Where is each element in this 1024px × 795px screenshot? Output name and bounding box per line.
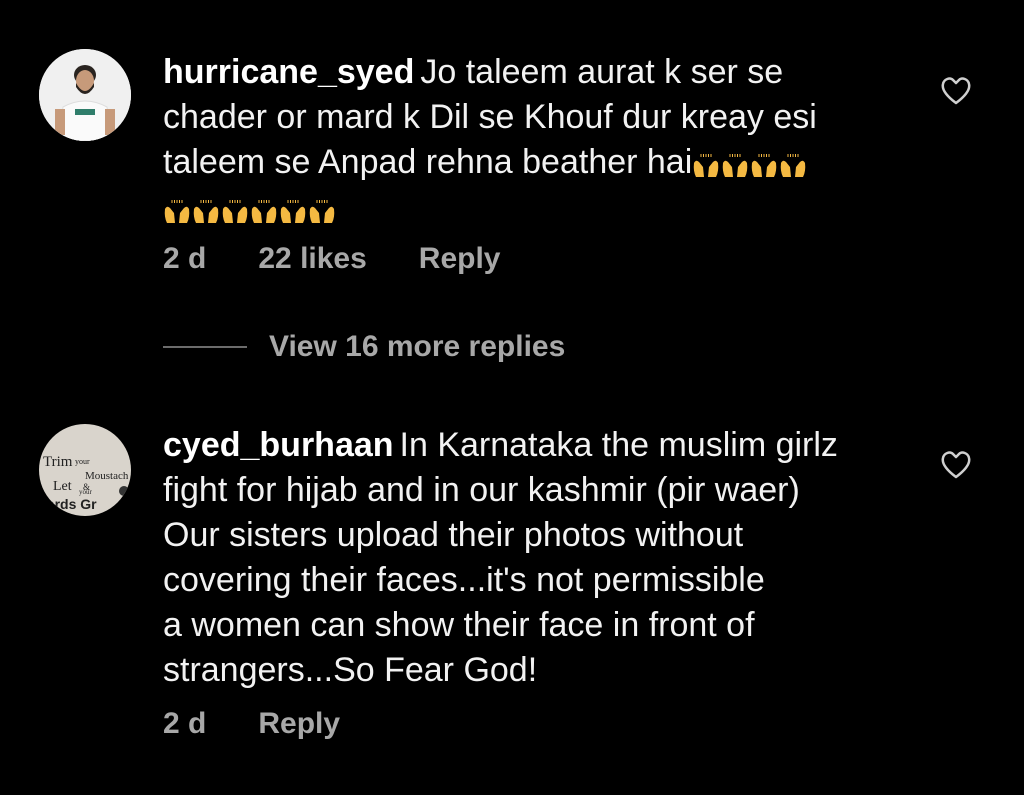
raising-hands-emoji xyxy=(309,200,335,224)
avatar-text: Moustach xyxy=(85,470,129,482)
username[interactable]: cyed_burhaan xyxy=(163,426,394,464)
avatar[interactable]: Trim your Moustach & Let your eards Gr xyxy=(39,424,131,516)
comment-line: fight for hijab and in our kashmir (pir … xyxy=(163,471,800,509)
comment-line: taleem se Anpad rehna beather hai xyxy=(163,143,693,181)
raising-hands-emoji xyxy=(723,153,748,177)
comment-meta: 2 d Reply xyxy=(163,707,392,741)
raising-hands-emoji xyxy=(781,153,806,177)
divider-line xyxy=(163,346,247,348)
comment-text-block: cyed_burhaan In Karnataka the muslim girl… xyxy=(163,423,903,693)
avatar-text: Let xyxy=(53,479,72,494)
comment-line: Jo taleem aurat k ser se xyxy=(420,53,784,91)
comment-line: Our sisters upload their photos without xyxy=(163,516,744,554)
comments-screen: hurricane_syed Jo taleem aurat k ser se c… xyxy=(0,0,1024,795)
heart-icon xyxy=(119,486,129,496)
comment-time: 2 d xyxy=(163,707,207,740)
avatar-text: your xyxy=(75,457,90,466)
emoji-row xyxy=(163,188,337,233)
comment-text: hurricane_syed Jo taleem aurat k ser se c… xyxy=(163,50,903,233)
raising-hands-emoji xyxy=(164,200,190,224)
comment-text-block: hurricane_syed Jo taleem aurat k ser se c… xyxy=(163,50,903,233)
comment-line: In Karnataka the muslim girlz xyxy=(399,426,838,464)
comment-text: cyed_burhaan In Karnataka the muslim girl… xyxy=(163,423,903,693)
profile-photo xyxy=(39,49,131,141)
reply-button[interactable]: Reply xyxy=(258,707,340,741)
raising-hands-emoji xyxy=(280,200,306,224)
username[interactable]: hurricane_syed xyxy=(163,53,414,91)
raising-hands-emoji xyxy=(193,200,219,224)
reply-button[interactable]: Reply xyxy=(419,242,501,276)
raising-hands-emoji xyxy=(251,200,277,224)
heart-outline-icon[interactable] xyxy=(940,450,972,480)
avatar-text: eards Gr xyxy=(39,496,97,512)
raising-hands-emoji xyxy=(222,200,248,224)
comment-line: strangers...So Fear God! xyxy=(163,651,538,689)
raising-hands-emoji xyxy=(752,153,777,177)
heart-outline-icon[interactable] xyxy=(940,76,972,106)
comment-meta: 2 d 22 likes Reply xyxy=(163,242,553,276)
like-count[interactable]: 22 likes xyxy=(258,242,366,276)
avatar-text: Trim xyxy=(43,454,73,470)
view-replies-label: View 16 more replies xyxy=(269,330,566,363)
view-more-replies-button[interactable]: View 16 more replies xyxy=(163,330,565,364)
avatar-text: your xyxy=(79,488,92,496)
emoji-row xyxy=(692,142,808,187)
raising-hands-emoji xyxy=(694,153,719,177)
comment-line: covering their faces...it's not permissi… xyxy=(163,561,765,599)
comment-line: chader or mard k Dil se Khouf dur kreay … xyxy=(163,98,817,136)
comment-time: 2 d xyxy=(163,242,207,275)
comment-line: a women can show their face in front of xyxy=(163,606,755,644)
avatar[interactable] xyxy=(39,49,131,141)
